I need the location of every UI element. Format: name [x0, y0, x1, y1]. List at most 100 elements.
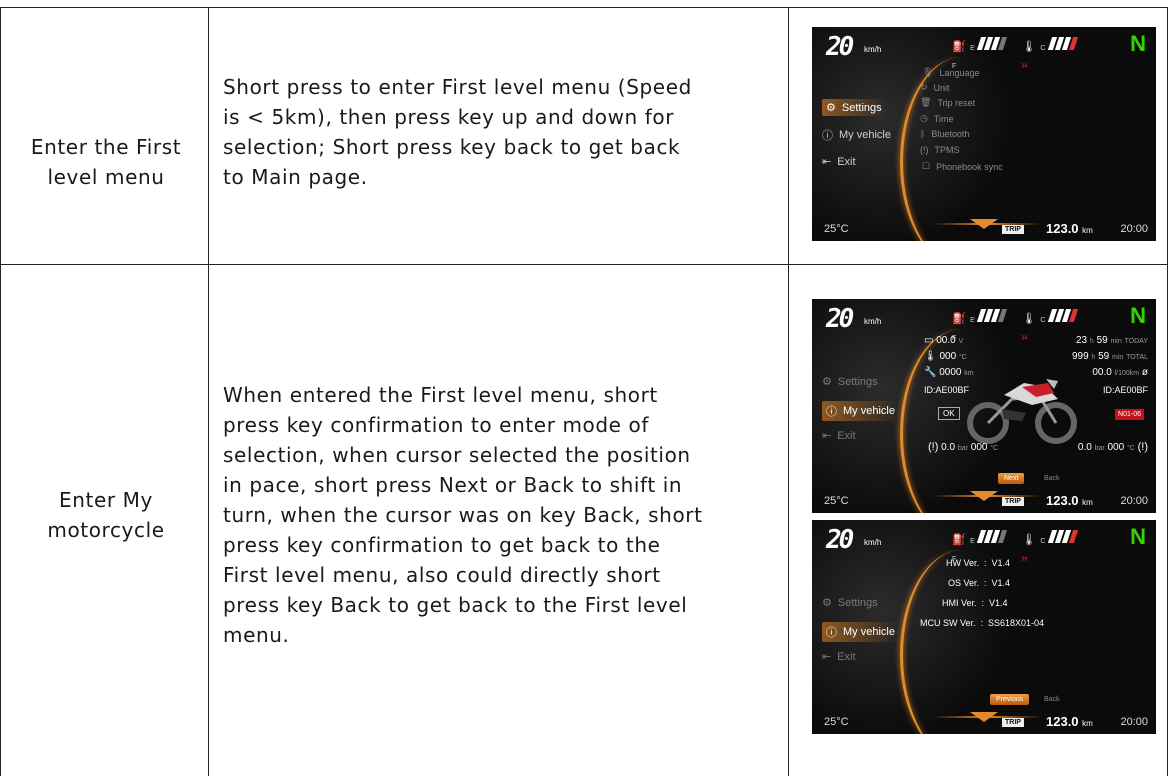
total-ride-time-readout: 999 h 59 min TOTAL	[1072, 351, 1148, 362]
info-icon: ⓘ	[822, 130, 833, 142]
back-button[interactable]: Back	[1038, 694, 1066, 705]
tire-pressure-icon: (!)	[1137, 441, 1148, 453]
row2-desc-line: press key confirmation to enter mode of	[223, 413, 650, 437]
table-col-divider-1	[208, 7, 209, 776]
row1-title-line: level menu	[47, 165, 165, 189]
row1-title: Enter the First level menu	[16, 132, 196, 192]
readout-value: 000	[939, 351, 957, 362]
mcu-sw-version: MCU SW Ver. : SS618X01-04	[920, 618, 1045, 628]
chevron-down-icon	[970, 712, 998, 722]
average-consumption-readout: 00.0 l/100km ø	[1092, 367, 1148, 378]
temp-h-label: H	[1022, 556, 1028, 563]
fuel-pump-icon: ⛽	[952, 41, 966, 53]
clock: 20:00	[1120, 495, 1148, 507]
ambient-temperature: 25°C	[824, 495, 849, 507]
gear-icon: ⚙	[822, 376, 832, 388]
odometer-unit: km	[1082, 719, 1093, 728]
back-button[interactable]: Back	[1038, 473, 1066, 484]
readout-tag: TODAY	[1124, 338, 1148, 345]
menu-item-settings[interactable]: ⚙ Settings	[822, 375, 878, 389]
tire-temp-unit: °C	[990, 445, 999, 452]
submenu-item-language[interactable]: 🎙 Language	[922, 67, 979, 78]
row2-desc-line: When entered the First level menu, short	[223, 383, 658, 407]
tire-temp-unit: °C	[1126, 445, 1135, 452]
menu-item-exit[interactable]: ⇤ Exit	[822, 650, 856, 664]
submenu-item-tpms[interactable]: (!) TPMS	[920, 145, 960, 155]
readout-unit: °C	[958, 354, 967, 361]
tpms-id-right: ID:AE00BF	[1102, 385, 1148, 395]
fuel-gauge: ⛽ E F	[952, 530, 1008, 563]
next-button[interactable]: Next	[998, 473, 1025, 484]
battery-icon: ▭	[924, 335, 934, 346]
submenu-label: Language	[939, 67, 980, 78]
refresh-icon: ↻	[920, 82, 928, 92]
row1-title-line: Enter the First	[30, 135, 182, 159]
trip-badge: TRIP	[1002, 718, 1024, 727]
trash-icon: 🗑	[920, 97, 932, 107]
coolant-temp-gauge: 🌡 C H	[1022, 309, 1084, 342]
tpms-status-ok: OK	[938, 407, 960, 420]
menu-item-label: Exit	[837, 155, 856, 168]
row2-title: Enter My motorcycle	[16, 485, 196, 545]
submenu-item-time[interactable]: ◷ Time	[920, 113, 954, 124]
submenu-label: Phonebook sync	[936, 161, 1003, 172]
clock-icon: ◷	[920, 113, 928, 123]
menu-item-my-vehicle[interactable]: ⓘ My vehicle	[822, 622, 899, 642]
temp-h-label: H	[1022, 335, 1028, 342]
readout-unit: h	[1089, 338, 1094, 345]
odometer-unit: km	[1082, 226, 1093, 235]
submenu-item-phonebook-sync[interactable]: ☐ Phonebook sync	[922, 161, 1003, 172]
row1-desc-line: selection; Short press key back to get b…	[223, 135, 681, 159]
motorcycle-image	[967, 379, 1077, 444]
menu-item-settings[interactable]: ⚙ Settings	[822, 596, 878, 610]
gauge-bar	[998, 530, 1008, 543]
tire-pressure-icon: (!)	[928, 441, 939, 453]
menu-item-label: Exit	[837, 650, 856, 663]
row2-desc-line: in pace, short press Next or Back to shi…	[223, 473, 683, 497]
gear-icon: ⚙	[826, 102, 836, 114]
menu-item-label: Settings	[841, 101, 882, 114]
table-row-divider	[0, 264, 1168, 265]
row2-title-line: motorcycle	[47, 518, 165, 542]
menu-item-exit[interactable]: ⇤ Exit	[822, 155, 856, 169]
ambient-temperature: 25°C	[824, 716, 849, 728]
tpms-rear-readout: 0.0 bar 000 °C (!)	[1078, 441, 1148, 453]
menu-item-settings[interactable]: ⚙ Settings	[822, 99, 886, 116]
odometer: 123.0 km	[1046, 493, 1093, 508]
os-version: OS Ver. : V1.4	[948, 578, 1011, 588]
menu-item-my-vehicle[interactable]: ⓘ My vehicle	[822, 127, 891, 143]
row2-desc-line: menu.	[223, 623, 290, 647]
battery-voltage-readout: ▭ 00.0 V	[924, 335, 963, 346]
submenu-item-trip-reset[interactable]: 🗑 Trip reset	[920, 97, 975, 108]
pressure-unit: bar	[1094, 445, 1105, 452]
previous-button[interactable]: Previous	[990, 694, 1030, 705]
readout-value: 00.0	[936, 335, 956, 346]
odometer-unit: km	[1082, 498, 1093, 507]
exit-icon: ⇤	[822, 651, 832, 663]
readout-tag: ø	[1141, 367, 1148, 378]
odometer-value: 123.0	[1046, 714, 1079, 729]
readout-unit: l/100km	[1114, 370, 1140, 377]
clock: 20:00	[1120, 223, 1148, 235]
row2-description: When entered the First level menu, short…	[223, 380, 783, 650]
chevron-down-icon	[970, 491, 998, 501]
speed-unit: km/h	[864, 538, 882, 547]
bluetooth-icon: ᛒ	[920, 129, 926, 139]
pressure-value: 0.0	[941, 442, 956, 453]
submenu-item-bluetooth[interactable]: ᛒ Bluetooth	[920, 129, 969, 139]
temp-h-label: H	[1022, 63, 1028, 70]
table-border-left	[0, 7, 1, 776]
odometer-value: 123.0	[1046, 493, 1079, 508]
speed-readout: 20	[826, 304, 854, 334]
exit-icon: ⇤	[822, 430, 832, 442]
menu-item-exit[interactable]: ⇤ Exit	[822, 429, 856, 443]
readout-value: 999	[1071, 351, 1089, 362]
submenu-item-unit[interactable]: ↻ Unit	[920, 82, 950, 93]
row2-desc-line: press key Back to get back to the First …	[223, 593, 688, 617]
coolant-temp-gauge: 🌡 C H	[1022, 37, 1084, 70]
submenu-label: Time	[933, 113, 954, 124]
menu-item-my-vehicle[interactable]: ⓘ My vehicle	[822, 401, 899, 421]
pressure-unit: bar	[957, 445, 968, 452]
thermometer-icon: 🌡	[1022, 534, 1036, 546]
row2-title-line: Enter My	[59, 488, 153, 512]
